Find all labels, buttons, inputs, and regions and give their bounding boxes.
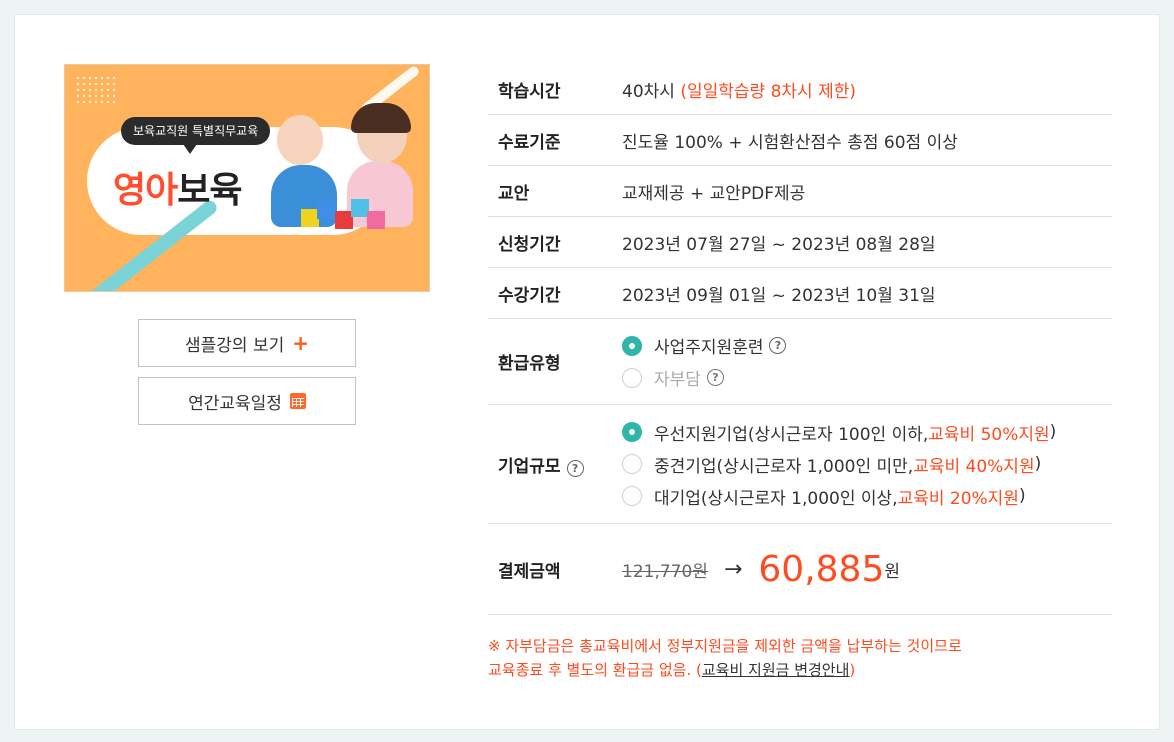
toy-blocks-illustration (301, 195, 391, 235)
info-row-material: 교안 교재제공 + 교안PDF제공 (488, 166, 1112, 217)
help-icon[interactable]: ? (566, 459, 584, 477)
company-option-label: 대기업(상시근로자 1,000인 이상, (654, 488, 898, 509)
info-row-refund-type: 환급유형 사업주지원훈련 ? 자부담 ? (488, 319, 1112, 405)
dots-decoration (75, 75, 115, 105)
course-period-value: 2023년 09월 01일 ~ 2023년 10월 31일 (622, 285, 936, 306)
notice-suffix: ) (849, 661, 856, 679)
company-option-highlight: 교육비 50%지원 (928, 424, 1050, 445)
refund-type-options: 사업주지원훈련 ? 자부담 ? (622, 330, 1112, 394)
info-row-completion: 수료기준 진도율 100% + 시험환산점수 총점 60점 이상 (488, 115, 1112, 166)
sample-lecture-button[interactable]: 샘플강의 보기 + (138, 319, 356, 367)
banner-tag: 보육교직원 특별직무교육 (121, 117, 271, 154)
calendar-icon (289, 393, 306, 409)
refund-option-label: 사업주지원훈련 (654, 338, 764, 358)
row-label: 결제금액 (498, 561, 561, 582)
baby-illustration (277, 115, 323, 165)
radio-disabled (622, 367, 642, 388)
course-info-table: 학습시간 40차시 (일일학습량 8차시 제한) 수료기준 진도율 100% +… (488, 64, 1112, 615)
company-option-highlight: 교육비 40%지원 (913, 456, 1035, 477)
baby-illustration (351, 103, 411, 133)
row-label: 교안 (498, 183, 530, 204)
arrow-right-icon: → (723, 556, 743, 582)
help-icon[interactable]: ? (706, 369, 724, 386)
company-option-mid[interactable]: 중견기업(상시근로자 1,000인 미만, 교육비 40%지원) (622, 448, 1112, 480)
radio-unselected[interactable] (622, 454, 642, 474)
plus-icon: + (292, 331, 309, 355)
row-label: 신청기간 (498, 234, 561, 255)
row-label: 기업규모? (488, 452, 622, 477)
help-icon[interactable]: ? (769, 337, 787, 354)
row-label: 수료기준 (498, 132, 561, 153)
notice-line-1: ※ 자부담금은 총교육비에서 정부지원금을 제외한 금액을 납부하는 것이므로 (488, 637, 962, 655)
info-row-course-period: 수강기간 2023년 09월 01일 ~ 2023년 10월 31일 (488, 268, 1112, 319)
original-price: 121,770원 (622, 561, 708, 582)
company-option-priority[interactable]: 우선지원기업(상시근로자 100인 이하, 교육비 50%지원) (622, 416, 1112, 448)
subsidy-change-link[interactable]: 교육비 지원금 변경안내 (702, 661, 850, 679)
info-row-apply-period: 신청기간 2023년 07월 27일 ~ 2023년 08월 28일 (488, 217, 1112, 268)
banner-title-rest: 보육 (177, 170, 242, 211)
notice-line-2: 교육종료 후 별도의 환급금 없음. (교육비 지원금 변경안내) (488, 658, 962, 682)
price-unit: 원 (884, 561, 900, 582)
course-banner-image: 보육교직원 특별직무교육 영아보육 (64, 64, 430, 292)
row-label: 수강기간 (498, 285, 561, 306)
company-option-suffix: ) (1034, 454, 1042, 474)
apply-period-value: 2023년 07월 27일 ~ 2023년 08월 28일 (622, 234, 936, 255)
company-option-highlight: 교육비 20%지원 (897, 488, 1019, 509)
annual-schedule-label: 연간교육일정 (188, 393, 282, 414)
row-label: 환급유형 (498, 354, 561, 374)
refund-option-employer[interactable]: 사업주지원훈련 ? (622, 330, 1112, 362)
company-option-suffix: ) (1049, 422, 1057, 442)
sample-lecture-label: 샘플강의 보기 (184, 335, 285, 356)
material-value: 교재제공 + 교안PDF제공 (622, 183, 806, 204)
annual-schedule-button[interactable]: 연간교육일정 (138, 377, 356, 425)
company-option-label: 우선지원기업(상시근로자 100인 이하, (654, 424, 929, 445)
company-size-options: 우선지원기업(상시근로자 100인 이하, 교육비 50%지원) 중견기업(상시… (622, 416, 1112, 512)
info-row-study-time: 학습시간 40차시 (일일학습량 8차시 제한) (488, 64, 1112, 115)
row-label: 학습시간 (498, 81, 561, 102)
refund-option-label: 자부담 (654, 370, 701, 390)
refund-option-self-pay: 자부담 ? (622, 362, 1112, 394)
banner-title-accent: 영아 (113, 170, 178, 211)
payment-value: 121,770원 → 60,885 원 (622, 549, 1112, 590)
banner-title: 영아보육 (113, 161, 243, 213)
final-price: 60,885 (758, 548, 885, 590)
radio-unselected[interactable] (622, 486, 642, 506)
study-time-value: 40차시 (622, 81, 675, 102)
company-size-label: 기업규모 (498, 456, 561, 477)
notice-prefix: 교육종료 후 별도의 환급금 없음. ( (488, 661, 702, 679)
radio-selected[interactable] (622, 335, 642, 356)
info-row-payment: 결제금액 121,770원 → 60,885 원 (488, 524, 1112, 615)
row-value: 40차시 (일일학습량 8차시 제한) (622, 77, 1112, 102)
company-option-suffix: ) (1018, 486, 1026, 506)
company-option-label: 중견기업(상시근로자 1,000인 미만, (654, 456, 914, 477)
refund-notice: ※ 자부담금은 총교육비에서 정부지원금을 제외한 금액을 납부하는 것이므로 … (488, 634, 962, 682)
study-time-note: (일일학습량 8차시 제한) (680, 81, 856, 102)
completion-value: 진도율 100% + 시험환산점수 총점 60점 이상 (622, 132, 958, 153)
company-option-large[interactable]: 대기업(상시근로자 1,000인 이상, 교육비 20%지원) (622, 480, 1112, 512)
radio-selected[interactable] (622, 422, 642, 442)
info-row-company-size: 기업규모? 우선지원기업(상시근로자 100인 이하, 교육비 50%지원) 중… (488, 405, 1112, 524)
